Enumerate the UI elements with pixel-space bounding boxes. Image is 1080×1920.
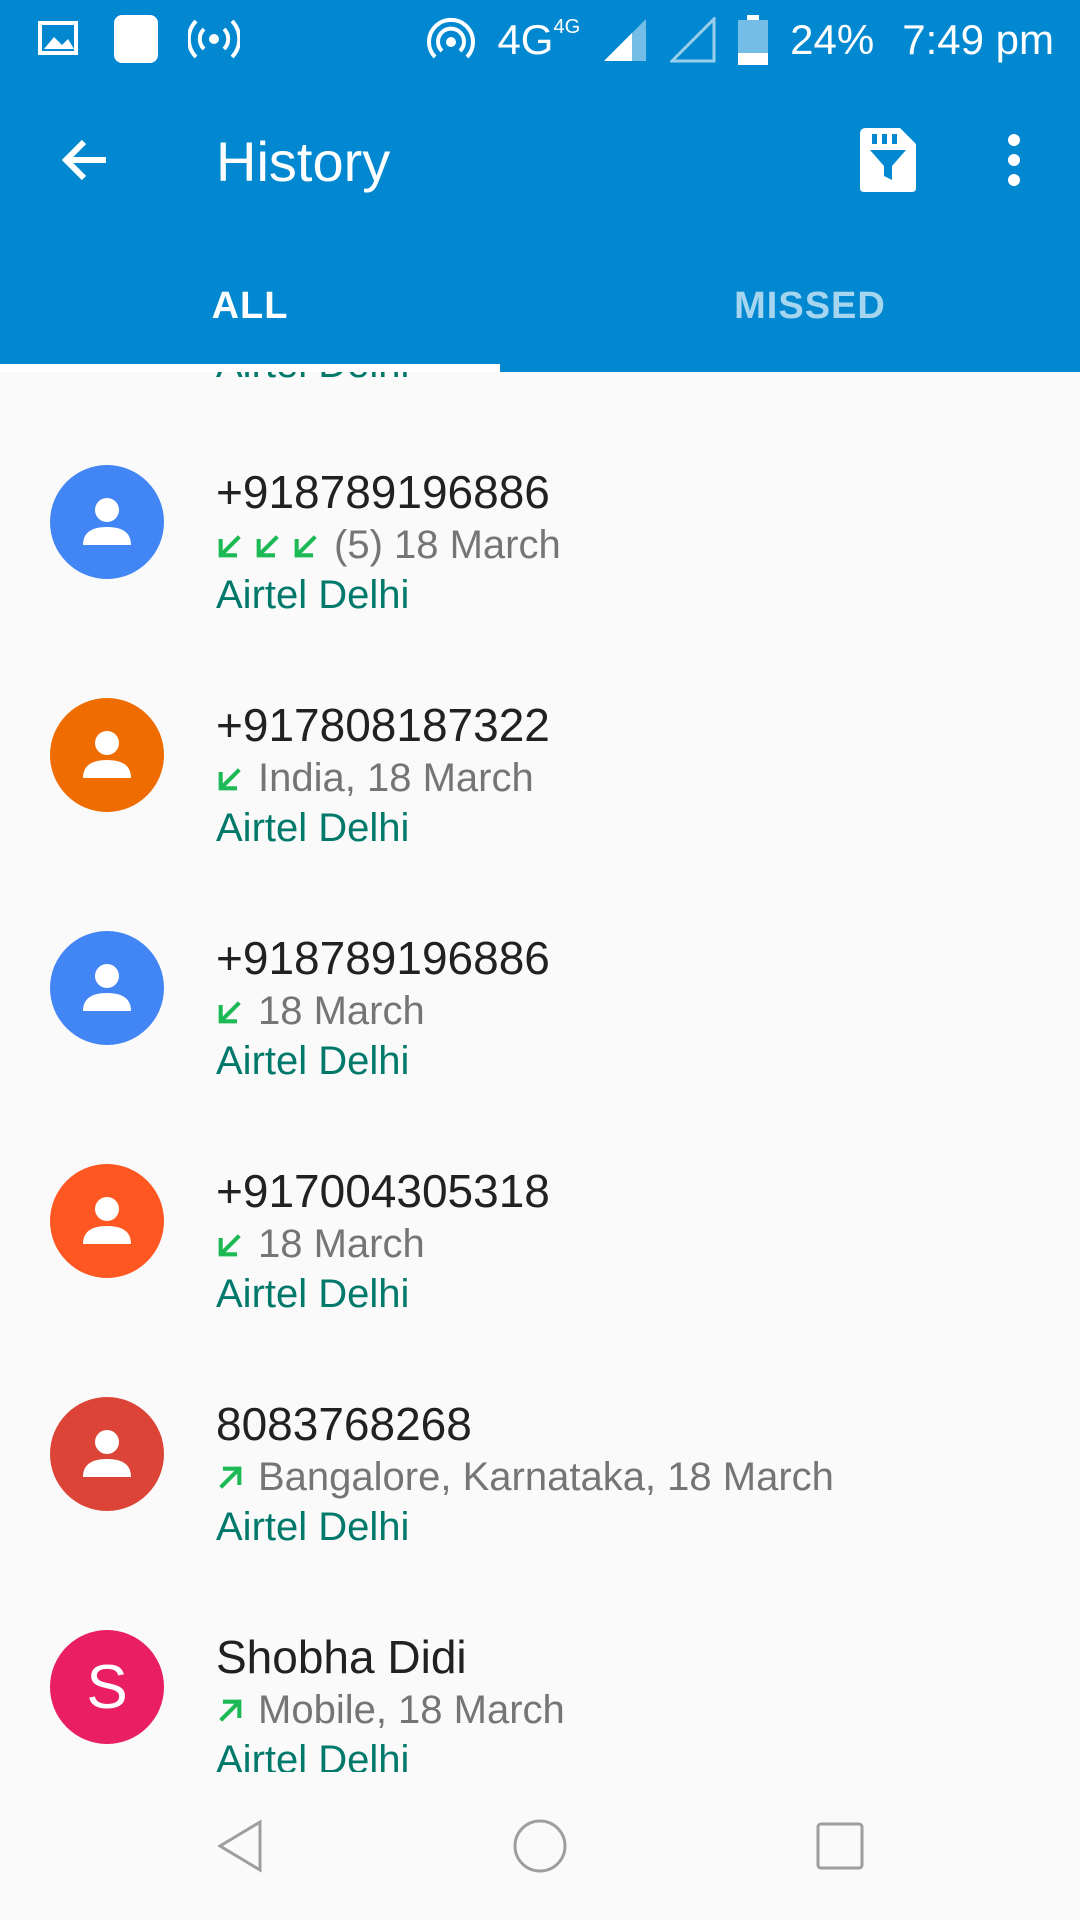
call-detail: 18 March	[216, 989, 425, 1034]
person-icon	[83, 498, 131, 545]
back-triangle-icon	[217, 1819, 262, 1873]
call-type-indicator	[216, 998, 244, 1026]
outgoing-call-icon	[219, 1699, 242, 1722]
sim-filter-icon	[860, 128, 916, 192]
battery-percent: 24%	[790, 16, 875, 63]
incoming-call-icon	[218, 1233, 241, 1256]
signal-1-icon	[604, 19, 647, 61]
call-log-row[interactable]: +917808187322 India, 18 March Airtel Delhi	[0, 698, 1080, 931]
call-detail: India, 18 March	[216, 756, 534, 801]
carrier-label: Airtel Delhi	[216, 573, 410, 617]
call-log-row[interactable]: +918789196886 (5) 18 March Airtel Delhi	[0, 465, 1080, 698]
call-detail-text: Mobile, 18 March	[258, 1688, 565, 1732]
contact-name: +917808187322	[216, 699, 550, 751]
contact-avatar[interactable]	[50, 1397, 164, 1511]
person-icon	[83, 1197, 131, 1244]
status-bar: 4G 4G 24% 7:49 pm	[0, 0, 1080, 80]
outgoing-call-icon	[219, 1466, 242, 1489]
carrier-label: Airtel Delhi	[216, 1272, 410, 1316]
call-detail-text: India, 18 March	[258, 756, 534, 800]
incoming-call-icon	[294, 534, 317, 557]
contact-avatar[interactable]	[50, 698, 164, 812]
carrier-label: Airtel Delhi	[216, 1039, 410, 1083]
recents-square-icon	[816, 1822, 864, 1870]
contact-name: Shobha Didi	[216, 1631, 467, 1683]
call-type-indicator	[216, 1231, 244, 1259]
tab-bar: ALL MISSED	[0, 240, 1080, 372]
call-detail-text: 18 March	[258, 989, 425, 1033]
contact-avatar[interactable]	[50, 465, 164, 579]
app-square-icon	[114, 15, 158, 63]
call-log-row[interactable]: S Shobha Didi Mobile, 18 March Airtel Delhi	[0, 1630, 1080, 1772]
call-detail: 18 March	[216, 1222, 425, 1267]
broadcast-icon	[188, 19, 240, 59]
carrier-label: Airtel Delhi	[216, 1738, 410, 1772]
call-log-row[interactable]: 8083768268 Bangalore, Karnataka, 18 March…	[0, 1397, 1080, 1630]
avatar-letter: S	[86, 1652, 128, 1722]
contact-name: +917004305318	[216, 1165, 550, 1217]
person-icon	[83, 1430, 131, 1477]
more-vert-icon	[1008, 134, 1020, 186]
carrier-label: Airtel Delhi	[216, 806, 410, 850]
call-type-indicator	[216, 1697, 244, 1725]
incoming-call-icon	[218, 1000, 241, 1023]
carrier-label: Airtel Delhi	[216, 1505, 410, 1549]
call-detail: (5) 18 March	[216, 523, 561, 568]
tab-all[interactable]: ALL	[0, 240, 540, 372]
call-detail-text: (5) 18 March	[334, 523, 561, 567]
call-type-indicator	[216, 532, 320, 560]
incoming-call-icon	[218, 534, 241, 557]
navigation-bar	[0, 1772, 1080, 1920]
contact-name: +918789196886	[216, 466, 550, 518]
call-log-row[interactable]: +917004305318 18 March Airtel Delhi	[0, 1164, 1080, 1397]
incoming-call-icon	[218, 767, 241, 790]
toolbar: History	[0, 80, 1080, 240]
call-type-indicator	[216, 1464, 244, 1492]
sim-filter-button[interactable]	[852, 124, 924, 196]
tab-missed[interactable]: MISSED	[540, 240, 1080, 372]
nav-back-button[interactable]	[200, 1806, 280, 1886]
clock: 7:49 pm	[902, 16, 1054, 63]
arrow-back-icon	[61, 139, 106, 181]
nav-recents-button[interactable]	[800, 1806, 880, 1886]
contact-name: 8083768268	[216, 1398, 472, 1450]
partial-carrier-label: Airtel Delhi	[216, 372, 409, 387]
contact-avatar[interactable]	[50, 1164, 164, 1278]
call-log-row[interactable]: +918789196886 18 March Airtel Delhi	[0, 931, 1080, 1164]
contact-avatar[interactable]	[50, 931, 164, 1045]
call-history-list[interactable]: Airtel Delhi +918789196886 (5) 18 March Ai…	[0, 372, 1080, 1772]
contact-avatar[interactable]: S	[50, 1630, 164, 1744]
nav-home-button[interactable]	[500, 1806, 580, 1886]
call-detail-text: Bangalore, Karnataka, 18 March	[258, 1455, 834, 1499]
network-type: 4G 4G	[497, 16, 581, 63]
battery-icon	[738, 15, 769, 65]
call-type-indicator	[216, 765, 244, 793]
tab-indicator	[0, 364, 500, 372]
more-options-button[interactable]	[984, 124, 1044, 196]
hotspot-icon	[427, 17, 476, 59]
image-icon	[38, 21, 78, 55]
person-icon	[83, 964, 131, 1011]
home-circle-icon	[513, 1819, 567, 1873]
contact-name: +918789196886	[216, 932, 550, 984]
app-bar: 4G 4G 24% 7:49 pm History ALL MISSED	[0, 0, 1080, 372]
incoming-call-icon	[256, 534, 279, 557]
call-detail: Mobile, 18 March	[216, 1688, 565, 1733]
call-detail-text: 18 March	[258, 1222, 425, 1266]
signal-2-icon	[670, 17, 716, 63]
back-button[interactable]	[50, 128, 118, 192]
person-icon	[83, 731, 131, 778]
call-detail: Bangalore, Karnataka, 18 March	[216, 1455, 834, 1500]
page-title: History	[216, 130, 391, 193]
